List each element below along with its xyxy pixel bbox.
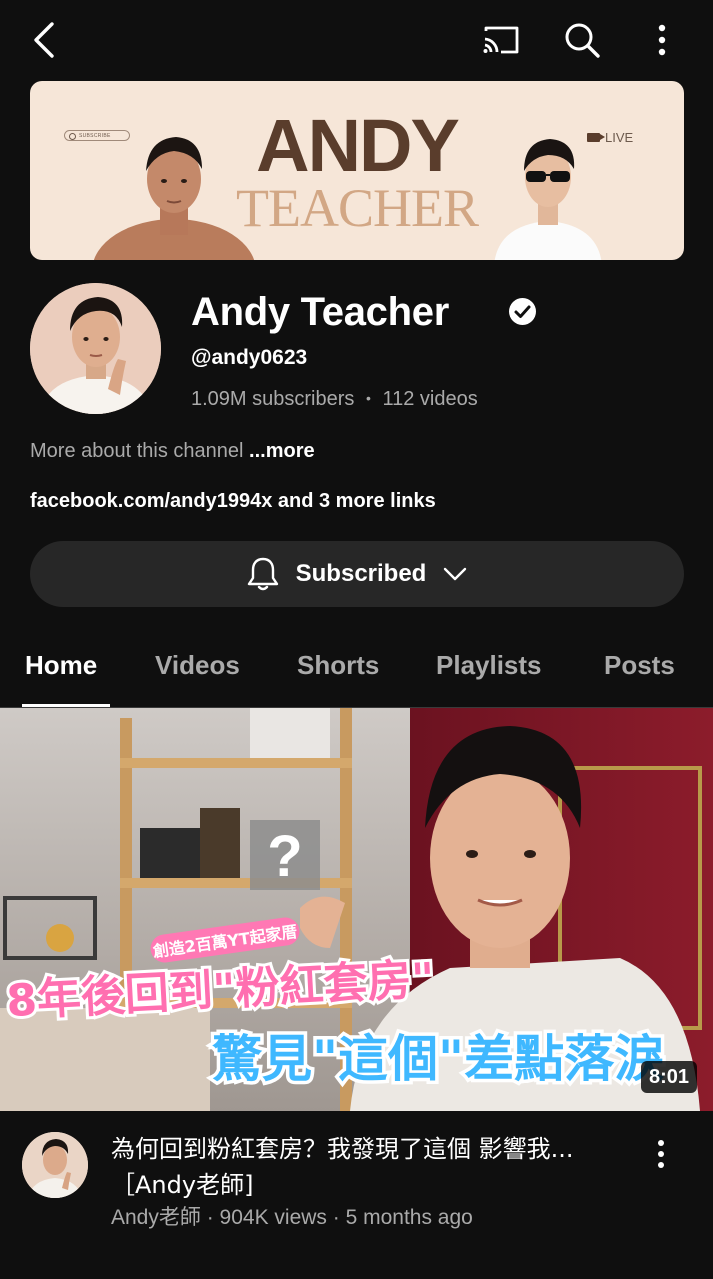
- video-duration: 8:01: [640, 1061, 697, 1093]
- channel-about-link[interactable]: More about this channel ...more: [30, 437, 315, 465]
- channel-name: Andy Teacher: [191, 290, 449, 334]
- verified-badge-icon: [509, 298, 536, 325]
- subscribed-button[interactable]: Subscribed: [30, 541, 684, 607]
- back-button[interactable]: [22, 18, 66, 62]
- tab-home[interactable]: Home: [25, 648, 97, 682]
- video-channel-avatar-image: [22, 1132, 88, 1198]
- video-camera-icon: [587, 132, 605, 142]
- more-options-button[interactable]: [642, 18, 682, 62]
- active-tab-indicator: [22, 704, 110, 707]
- search-icon: [565, 23, 600, 58]
- video-title[interactable]: 為何回到粉紅套房？我發現了這個 影響我...［Andy老師]: [111, 1131, 631, 1203]
- channel-handle: @andy0623: [191, 346, 308, 369]
- thumbnail-caption-blue: 驚見"這個"差點落淚: [212, 1030, 664, 1088]
- channel-tabs: Home Videos Shorts Playlists Posts: [0, 630, 713, 708]
- channel-avatar-image: [30, 283, 161, 414]
- banner-person-right-image: [494, 139, 602, 260]
- banner-live-label: LIVE: [587, 129, 633, 145]
- channel-banner[interactable]: SUBSCRIBE ANDY TEACHER LIVE: [30, 81, 684, 260]
- video-metadata: Andy老師 · 904K views · 5 months ago: [111, 1206, 473, 1229]
- video-thumbnail[interactable]: ? 創造2百萬YT起家厝 8年後回到"粉紅套房" 驚見"這個"差點落淚 8:01: [0, 708, 713, 1111]
- about-more-link[interactable]: ...more: [249, 440, 315, 462]
- tab-playlists[interactable]: Playlists: [436, 648, 542, 682]
- video-channel-avatar[interactable]: [22, 1132, 88, 1198]
- cast-icon: [483, 26, 519, 54]
- video-caption-overlay: 創造2百萬YT起家厝 8年後回到"粉紅套房" 驚見"這個"差點落淚: [2, 917, 668, 1092]
- subscribed-label: Subscribed: [295, 560, 427, 587]
- banner-live-text: LIVE: [605, 129, 634, 145]
- channel-links[interactable]: facebook.com/andy1994x and 3 more links: [30, 487, 436, 515]
- more-vertical-icon: [658, 24, 666, 56]
- tab-posts[interactable]: Posts: [604, 648, 675, 682]
- thumbnail-caption-pink: 8年後回到"粉紅套房": [5, 954, 436, 1027]
- tab-shorts[interactable]: Shorts: [297, 648, 379, 682]
- bell-icon: [247, 557, 278, 591]
- about-text: More about this channel: [30, 440, 244, 462]
- more-vertical-icon: [658, 1140, 664, 1168]
- back-arrow-icon: [34, 22, 54, 58]
- channel-avatar[interactable]: [30, 283, 161, 414]
- tab-videos[interactable]: Videos: [155, 648, 240, 682]
- cast-button[interactable]: [478, 18, 524, 62]
- search-button[interactable]: [558, 16, 606, 64]
- chevron-down-icon: [444, 567, 467, 581]
- video-more-button[interactable]: [646, 1134, 676, 1174]
- video-count: 112 videos: [382, 388, 478, 410]
- stats-separator: •: [365, 390, 371, 406]
- top-app-bar: [0, 0, 713, 80]
- subscriber-count: 1.09M subscribers: [191, 388, 355, 410]
- channel-stats: 1.09M subscribers • 112 videos: [191, 384, 478, 413]
